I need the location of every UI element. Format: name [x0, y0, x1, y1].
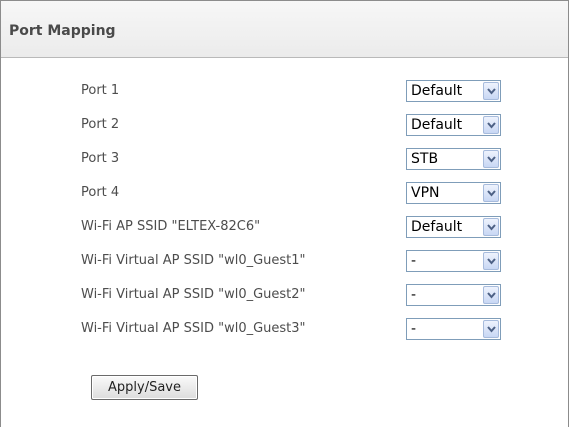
port-mapping-panel: Port Mapping Port 1 Default Port 2 Defau… [0, 0, 569, 427]
wifi-guest2-select-value: - [411, 287, 417, 303]
port-2-label: Port 2 [81, 117, 120, 132]
port-4-select[interactable]: VPN [406, 182, 501, 204]
chevron-down-icon[interactable] [483, 116, 499, 134]
chevron-down-icon[interactable] [483, 150, 499, 168]
chevron-down-icon[interactable] [483, 320, 499, 338]
panel-title: Port Mapping [9, 23, 116, 39]
chevron-down-icon[interactable] [483, 82, 499, 100]
panel-header: Port Mapping [1, 0, 568, 58]
port-1-select-value: Default [411, 83, 463, 99]
wifi-ap-select-value: Default [411, 219, 463, 235]
wifi-guest3-select-value: - [411, 321, 417, 337]
wifi-guest1-select[interactable]: - [406, 250, 501, 272]
port-3-select[interactable]: STB [406, 148, 501, 170]
wifi-guest3-select[interactable]: - [406, 318, 501, 340]
port-3-label: Port 3 [81, 151, 120, 166]
wifi-guest1-label: Wi-Fi Virtual AP SSID "wl0_Guest1" [81, 253, 306, 268]
wifi-ap-select[interactable]: Default [406, 216, 501, 238]
apply-save-button[interactable]: Apply/Save [91, 375, 198, 400]
port-3-select-value: STB [411, 151, 439, 167]
port-1-select[interactable]: Default [406, 80, 501, 102]
port-4-row: Port 4 VPN [1, 182, 568, 206]
wifi-guest2-select[interactable]: - [406, 284, 501, 306]
chevron-down-icon[interactable] [483, 218, 499, 236]
wifi-guest1-row: Wi-Fi Virtual AP SSID "wl0_Guest1" - [1, 250, 568, 274]
port-2-row: Port 2 Default [1, 114, 568, 138]
chevron-down-icon[interactable] [483, 252, 499, 270]
chevron-down-icon[interactable] [483, 184, 499, 202]
wifi-guest2-row: Wi-Fi Virtual AP SSID "wl0_Guest2" - [1, 284, 568, 308]
port-2-select[interactable]: Default [406, 114, 501, 136]
wifi-ap-label: Wi-Fi AP SSID "ELTEX-82C6" [81, 219, 261, 234]
wifi-guest3-label: Wi-Fi Virtual AP SSID "wl0_Guest3" [81, 321, 306, 336]
port-1-row: Port 1 Default [1, 80, 568, 104]
wifi-guest2-label: Wi-Fi Virtual AP SSID "wl0_Guest2" [81, 287, 306, 302]
wifi-guest1-select-value: - [411, 253, 417, 269]
port-2-select-value: Default [411, 117, 463, 133]
wifi-guest3-row: Wi-Fi Virtual AP SSID "wl0_Guest3" - [1, 318, 568, 342]
port-1-label: Port 1 [81, 83, 120, 98]
port-4-label: Port 4 [81, 185, 120, 200]
port-4-select-value: VPN [411, 185, 440, 201]
port-3-row: Port 3 STB [1, 148, 568, 172]
chevron-down-icon[interactable] [483, 286, 499, 304]
wifi-ap-row: Wi-Fi AP SSID "ELTEX-82C6" Default [1, 216, 568, 240]
